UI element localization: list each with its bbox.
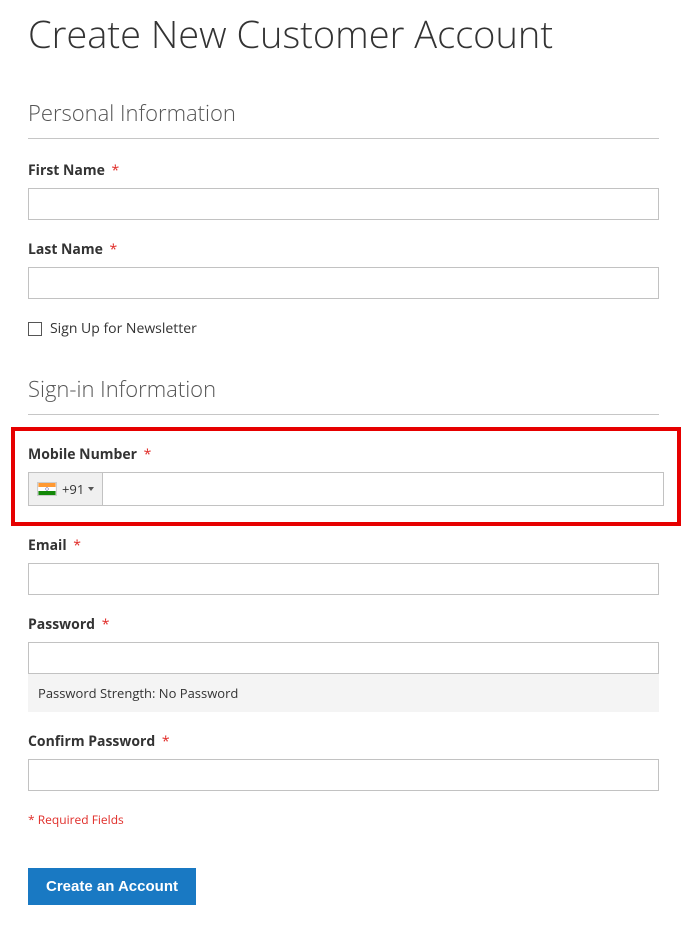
mobile-input-wrapper: +91 — [28, 472, 664, 506]
last-name-input[interactable] — [28, 267, 659, 299]
signin-info-legend: Sign-in Information — [28, 374, 659, 415]
last-name-field: Last Name * — [28, 240, 659, 299]
first-name-label: First Name * — [28, 161, 659, 180]
required-mark-icon: * — [110, 240, 118, 259]
confirm-password-label: Confirm Password * — [28, 732, 659, 751]
first-name-input[interactable] — [28, 188, 659, 220]
last-name-label: Last Name * — [28, 240, 659, 259]
mobile-number-input[interactable] — [103, 473, 663, 505]
newsletter-checkbox[interactable] — [28, 322, 42, 336]
password-label: Password * — [28, 615, 659, 634]
india-flag-icon — [37, 482, 57, 496]
confirm-password-label-text: Confirm Password — [28, 732, 155, 751]
password-input[interactable] — [28, 642, 659, 674]
first-name-label-text: First Name — [28, 161, 105, 180]
confirm-password-field: Confirm Password * — [28, 732, 659, 791]
mobile-number-field: Mobile Number * +91 — [28, 445, 664, 506]
password-strength-value: No Password — [159, 684, 239, 702]
create-account-button[interactable]: Create an Account — [28, 868, 196, 905]
email-label: Email * — [28, 536, 659, 555]
password-label-text: Password — [28, 615, 95, 634]
mobile-number-label: Mobile Number * — [28, 445, 664, 464]
required-mark-icon: * — [73, 536, 81, 555]
personal-info-legend: Personal Information — [28, 98, 659, 139]
required-mark-icon: * — [144, 445, 152, 464]
password-strength-meter: Password Strength: No Password — [28, 674, 659, 712]
required-fields-note: * Required Fields — [28, 811, 659, 828]
mobile-highlight-box: Mobile Number * +91 — [11, 427, 681, 526]
email-label-text: Email — [28, 536, 67, 555]
required-mark-icon: * — [162, 732, 170, 751]
newsletter-label: Sign Up for Newsletter — [50, 319, 197, 338]
dial-code: +91 — [62, 480, 84, 498]
confirm-password-input[interactable] — [28, 759, 659, 791]
mobile-number-label-text: Mobile Number — [28, 445, 137, 464]
password-field: Password * — [28, 615, 659, 674]
page-title: Create New Customer Account — [28, 8, 659, 60]
required-mark-icon: * — [111, 161, 119, 180]
email-input[interactable] — [28, 563, 659, 595]
email-field: Email * — [28, 536, 659, 595]
country-code-selector[interactable]: +91 — [29, 473, 103, 505]
last-name-label-text: Last Name — [28, 240, 103, 259]
first-name-field: First Name * — [28, 161, 659, 220]
required-mark-icon: * — [102, 615, 110, 634]
chevron-down-icon — [88, 487, 94, 491]
password-strength-label: Password Strength: — [38, 684, 159, 702]
newsletter-field: Sign Up for Newsletter — [28, 319, 659, 338]
